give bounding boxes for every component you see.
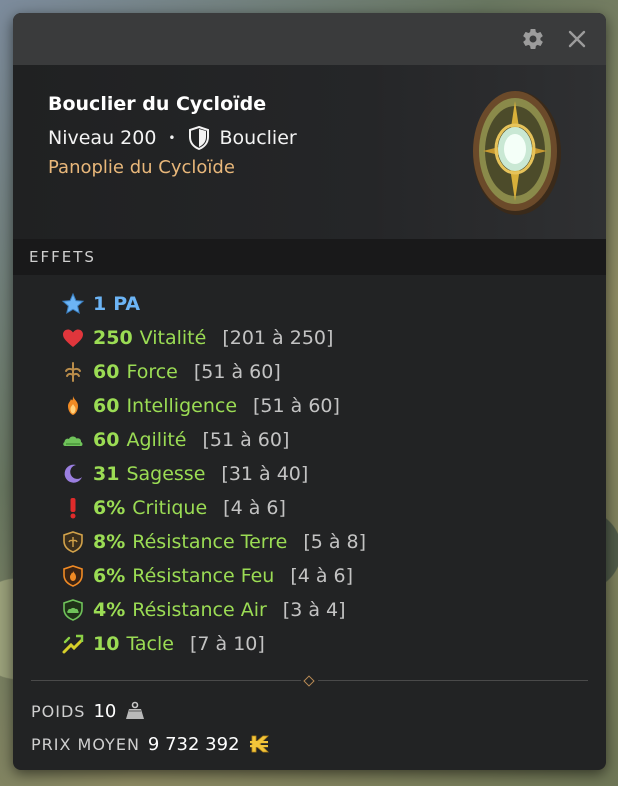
effect-row: 10 Tacle [7 à 10] <box>61 627 606 661</box>
effect-range: [7 à 10] <box>189 633 265 655</box>
effect-value: 60 <box>93 395 120 417</box>
effect-row: 6% Résistance Feu [4 à 6] <box>61 559 606 593</box>
tooltip-titlebar <box>13 13 606 65</box>
effect-range: [3 à 4] <box>282 599 346 621</box>
air-resistance-icon <box>63 599 83 621</box>
vitality-heart-icon <box>63 329 83 347</box>
effect-name: Sagesse <box>126 463 206 485</box>
effect-range: [201 à 250] <box>222 327 334 349</box>
ap-star-icon <box>61 292 85 315</box>
item-name: Bouclier du Cycloïde <box>48 93 267 115</box>
effect-value: 1 <box>93 293 107 315</box>
item-level: Niveau 200 <box>48 127 157 149</box>
effect-row: 60 Agilité [51 à 60] <box>61 423 606 457</box>
effect-range: [51 à 60] <box>202 429 290 451</box>
earth-resistance-icon <box>63 531 83 553</box>
weight-value: 10 <box>93 700 117 722</box>
effect-value: 31 <box>93 463 120 485</box>
shield-item-image <box>473 91 561 215</box>
effect-row: 60 Intelligence [51 à 60] <box>61 389 606 423</box>
effect-name: Critique <box>132 497 208 519</box>
critical-icon <box>70 498 76 519</box>
effect-value: 60 <box>93 361 120 383</box>
effect-range: [4 à 6] <box>223 497 286 519</box>
strength-icon <box>65 362 81 382</box>
effect-value: 10 <box>93 633 120 655</box>
effect-value: 6% <box>93 565 126 587</box>
item-set-link[interactable]: Panoplie du Cycloïde <box>48 157 235 178</box>
effect-range: [31 à 40] <box>221 463 309 485</box>
effect-name: Résistance Terre <box>132 531 288 553</box>
effect-row: 6% Critique [4 à 6] <box>61 491 606 525</box>
item-header: Bouclier du Cycloïde Niveau 200 • Boucli… <box>13 65 606 239</box>
footer-divider <box>31 675 588 687</box>
item-type: Bouclier <box>219 127 297 149</box>
effect-value: 4% <box>93 599 126 621</box>
effect-name: Tacle <box>126 633 174 655</box>
effect-range: [5 à 8] <box>303 531 367 553</box>
fire-resistance-icon <box>63 565 83 587</box>
weight-icon <box>126 701 145 719</box>
effect-range: [51 à 60] <box>193 361 281 383</box>
effect-range: [51 à 60] <box>253 395 340 417</box>
effect-value: 8% <box>93 531 126 553</box>
kamas-icon <box>249 735 269 753</box>
effects-list: 1 PA 250 Vitalité [201 à 250] 60 Force [51 à 60… <box>13 275 606 661</box>
effect-row: 60 Force [51 à 60] <box>61 355 606 389</box>
effect-row: 8% Résistance Terre [5 à 8] <box>61 525 606 559</box>
effect-name: Intelligence <box>126 395 238 417</box>
item-tooltip: Bouclier du Cycloïde Niveau 200 • Boucli… <box>13 13 606 770</box>
effect-row: 31 Sagesse [31 à 40] <box>61 457 606 491</box>
lock-tackle-icon <box>62 634 84 654</box>
effect-name: Résistance Feu <box>132 565 275 587</box>
effect-row: 4% Résistance Air [3 à 4] <box>61 593 606 627</box>
price-row: PRIX MOYEN 9 732 392 <box>31 733 270 755</box>
effect-row: 250 Vitalité [201 à 250] <box>61 321 606 355</box>
wisdom-moon-icon <box>64 464 82 483</box>
item-subtitle: Niveau 200 • Bouclier <box>48 126 297 150</box>
divider-diamond-icon <box>303 675 315 687</box>
effect-value: 250 <box>93 327 133 349</box>
close-icon[interactable] <box>565 27 589 51</box>
shield-icon <box>188 126 209 150</box>
effect-range: [4 à 6] <box>290 565 354 587</box>
price-value: 9 732 392 <box>147 733 240 755</box>
intelligence-flame-icon <box>68 396 78 415</box>
effect-value: 6% <box>93 497 126 519</box>
separator-dot: • <box>168 131 176 145</box>
weight-row: POIDS 10 <box>31 700 146 722</box>
effects-section-title: EFFETS <box>13 239 606 275</box>
weight-label: POIDS <box>31 701 86 721</box>
effect-name: Résistance Air <box>132 599 267 621</box>
effect-name: PA <box>113 293 141 315</box>
effect-row: 1 PA <box>61 287 606 321</box>
effect-name: Agilité <box>126 429 187 451</box>
effect-name: Vitalité <box>139 327 207 349</box>
agility-cloud-icon <box>63 436 83 446</box>
price-label: PRIX MOYEN <box>31 734 140 754</box>
gear-icon[interactable] <box>521 27 545 51</box>
effect-name: Force <box>126 361 178 383</box>
effect-value: 60 <box>93 429 120 451</box>
